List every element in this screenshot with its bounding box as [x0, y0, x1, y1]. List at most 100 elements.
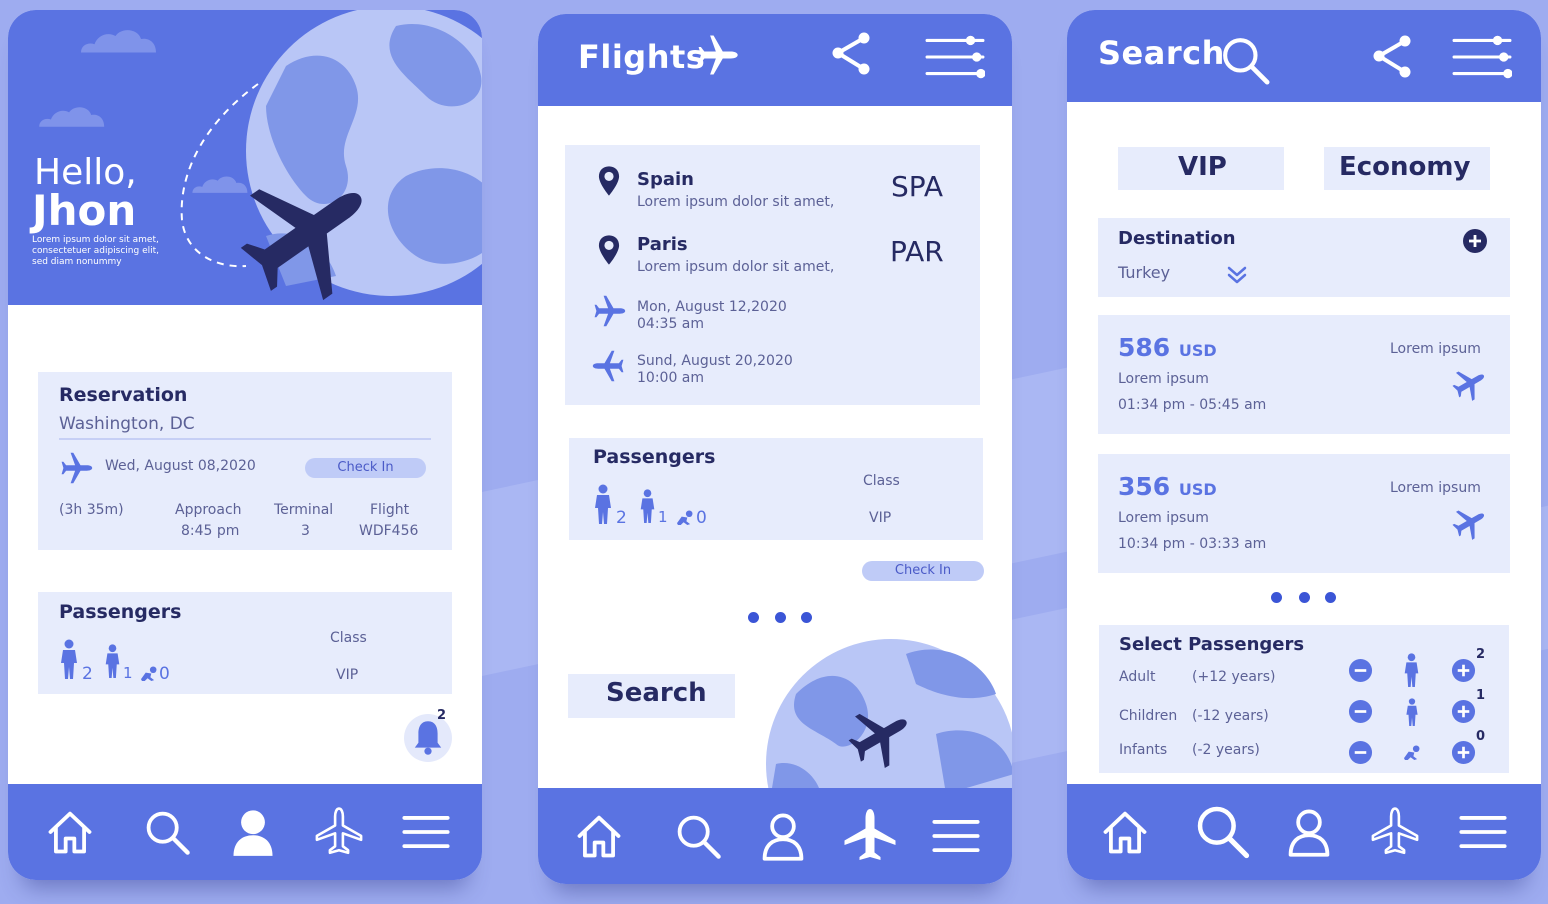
- child-icon: [104, 644, 121, 678]
- passengers-card[interactable]: Passengers 2 1 0 Class VIP: [569, 438, 983, 540]
- result-tag: Lorem ipsum: [1390, 480, 1481, 496]
- destination-selector[interactable]: Destination Turkey: [1098, 218, 1510, 297]
- adult-count: 2: [82, 664, 93, 684]
- check-in-button[interactable]: Check In: [862, 561, 984, 581]
- origin-code: SPA: [891, 170, 944, 203]
- departure-time: 04:35 am: [637, 316, 705, 332]
- passengers-card[interactable]: Passengers 2 1 0 Class VIP: [38, 592, 452, 694]
- tab-vip-label: VIP: [1178, 152, 1227, 182]
- user-icon[interactable]: [227, 806, 279, 858]
- infant-count: 0: [159, 664, 170, 684]
- destination-value: Turkey: [1118, 263, 1171, 282]
- class-value: VIP: [336, 667, 359, 683]
- reservation-title: Reservation: [59, 384, 188, 406]
- children-count: 1: [1476, 688, 1486, 703]
- children-increment-button[interactable]: [1451, 699, 1476, 724]
- result-time: 01:34 pm - 05:45 am: [1118, 397, 1267, 413]
- menu-icon[interactable]: [930, 810, 982, 862]
- screen-search: Search VIP Economy Destination Turkey 58…: [1067, 10, 1541, 880]
- departure-date: Mon, August 12,2020: [637, 299, 787, 315]
- result-time: 10:34 pm - 03:33 am: [1118, 536, 1267, 552]
- check-in-button[interactable]: Check In: [305, 458, 426, 478]
- search-icon[interactable]: [141, 806, 193, 858]
- header: Search: [1067, 10, 1541, 102]
- flight-result-card[interactable]: 586 USD Lorem ipsum 01:34 pm - 05:45 am …: [1098, 315, 1510, 434]
- result-name: Lorem ipsum: [1118, 510, 1209, 526]
- greeting-description: Lorem ipsum dolor sit amet, consectetuer…: [32, 235, 160, 267]
- pager-dot[interactable]: [1325, 592, 1336, 603]
- origin-city: Spain: [637, 169, 694, 190]
- chevron-down-icon[interactable]: [1226, 264, 1248, 286]
- hero-banner: Hello, Jhon Lorem ipsum dolor sit amet, …: [8, 10, 482, 305]
- user-icon[interactable]: [1283, 806, 1335, 858]
- children-decrement-button[interactable]: [1348, 699, 1373, 724]
- reservation-card[interactable]: Reservation Washington, DC Wed, August 0…: [38, 372, 452, 550]
- adult-decrement-button[interactable]: [1348, 658, 1373, 683]
- pager-dot[interactable]: [775, 612, 786, 623]
- infant-icon: [1402, 745, 1421, 760]
- screen-flights: Flights Spain Lorem ipsum dolor sit amet…: [538, 14, 1012, 884]
- adult-range: (+12 years): [1192, 669, 1276, 685]
- menu-icon[interactable]: [400, 806, 452, 858]
- infants-decrement-button[interactable]: [1348, 740, 1373, 765]
- cloud-icon: [74, 24, 166, 54]
- result-name: Lorem ipsum: [1118, 371, 1209, 387]
- adult-icon: [1403, 653, 1420, 687]
- plane-icon: [694, 32, 740, 78]
- destination-label: Destination: [1118, 228, 1236, 249]
- child-icon: [1405, 698, 1419, 726]
- pager-dot[interactable]: [748, 612, 759, 623]
- children-label: Children: [1119, 708, 1178, 724]
- cloud-icon: [28, 102, 118, 128]
- adult-count: 2: [616, 508, 627, 528]
- header: Flights: [538, 14, 1012, 106]
- pager-dot[interactable]: [1299, 592, 1310, 603]
- select-passengers-title: Select Passengers: [1119, 634, 1305, 655]
- destination-code: PAR: [890, 235, 944, 268]
- share-icon[interactable]: [828, 28, 876, 78]
- flight-value: WDF456: [359, 523, 419, 539]
- page-title: Flights: [578, 38, 706, 76]
- flight-duration: (3h 35m): [59, 502, 124, 518]
- destination-city: Paris: [637, 234, 688, 255]
- return-time: 10:00 am: [637, 370, 705, 386]
- search-icon[interactable]: [1191, 800, 1253, 862]
- tab-vip[interactable]: VIP: [1118, 147, 1284, 190]
- reservation-date: Wed, August 08,2020: [105, 458, 256, 474]
- home-icon[interactable]: [573, 810, 625, 862]
- search-button[interactable]: Search: [568, 674, 735, 718]
- infant-icon: [675, 510, 694, 525]
- reservation-location: Washington, DC: [59, 414, 195, 434]
- child-count: 1: [658, 508, 668, 526]
- search-icon: [1217, 32, 1273, 88]
- plane-icon[interactable]: [313, 806, 365, 858]
- add-destination-button[interactable]: [1462, 228, 1488, 254]
- home-icon[interactable]: [1099, 806, 1151, 858]
- search-button-label: Search: [606, 678, 707, 708]
- flight-result-card[interactable]: 356 USD Lorem ipsum 10:34 pm - 03:33 am …: [1098, 454, 1510, 573]
- plane-icon[interactable]: [840, 806, 900, 866]
- tab-economy-label: Economy: [1339, 152, 1471, 182]
- filter-sliders-icon[interactable]: [925, 32, 985, 82]
- pager-dot[interactable]: [801, 612, 812, 623]
- menu-icon[interactable]: [1457, 806, 1509, 858]
- passengers-title: Passengers: [593, 446, 716, 468]
- select-passengers-card: Select Passengers Adult (+12 years) 2 Ch…: [1099, 625, 1509, 773]
- search-icon[interactable]: [672, 810, 724, 862]
- filter-sliders-icon[interactable]: [1452, 32, 1512, 82]
- divider: [59, 438, 431, 440]
- infant-icon: [139, 666, 158, 681]
- pager-dot[interactable]: [1271, 592, 1282, 603]
- plane-icon[interactable]: [1369, 806, 1421, 858]
- user-icon[interactable]: [757, 810, 809, 862]
- infants-increment-button[interactable]: [1451, 740, 1476, 765]
- plane-icon: [1443, 497, 1495, 549]
- result-price: 356 USD: [1118, 472, 1217, 501]
- share-icon[interactable]: [1369, 31, 1417, 81]
- page-title: Search: [1098, 34, 1225, 72]
- tab-economy[interactable]: Economy: [1324, 147, 1490, 190]
- class-value: VIP: [869, 510, 892, 526]
- home-icon[interactable]: [44, 806, 96, 858]
- route-card[interactable]: Spain Lorem ipsum dolor sit amet, SPA Pa…: [565, 145, 980, 405]
- adult-increment-button[interactable]: [1451, 658, 1476, 683]
